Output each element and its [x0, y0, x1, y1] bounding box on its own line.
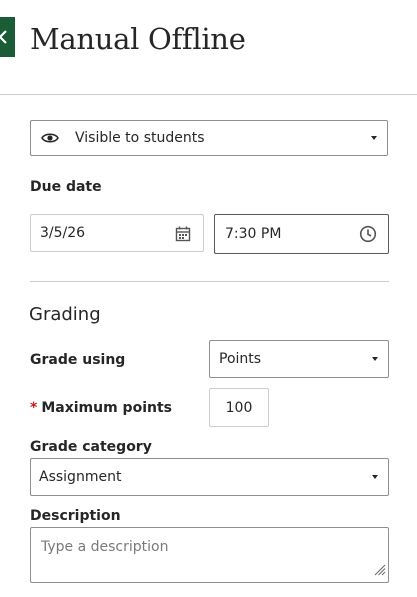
- grade-category-label: Grade category: [30, 439, 152, 455]
- maximum-points-label-text: Maximum points: [41, 400, 172, 416]
- chevron-down-icon: [372, 357, 378, 361]
- due-date-input[interactable]: 3/5/26: [30, 214, 204, 252]
- section-divider: [30, 281, 389, 282]
- back-button[interactable]: [0, 17, 15, 57]
- due-time-input[interactable]: 7:30 PM: [214, 214, 389, 254]
- chevron-down-icon: [372, 475, 378, 479]
- due-date-value: 3/5/26: [40, 225, 86, 241]
- header-divider: [0, 94, 417, 95]
- chevron-left-icon: [0, 30, 7, 44]
- description-textarea[interactable]: Type a description: [30, 527, 389, 583]
- grade-using-dropdown[interactable]: Points: [209, 340, 389, 378]
- description-label: Description: [30, 508, 121, 524]
- calendar-icon[interactable]: [175, 226, 191, 246]
- grade-using-value: Points: [219, 351, 262, 367]
- resize-grip-icon[interactable]: [374, 564, 386, 580]
- required-marker: *: [30, 400, 38, 416]
- visibility-dropdown[interactable]: Visible to students: [30, 120, 388, 156]
- due-time-value: 7:30 PM: [225, 226, 282, 242]
- maximum-points-label: * Maximum points: [30, 400, 172, 416]
- grade-category-value: Assignment: [39, 469, 122, 485]
- maximum-points-input[interactable]: 100: [209, 388, 269, 427]
- grade-category-dropdown[interactable]: Assignment: [30, 458, 389, 496]
- description-placeholder: Type a description: [41, 539, 169, 555]
- grading-heading: Grading: [29, 304, 101, 325]
- visibility-value: Visible to students: [75, 130, 205, 146]
- clock-icon[interactable]: [359, 225, 377, 247]
- eye-icon: [41, 132, 61, 144]
- page-title: Manual Offline: [30, 22, 246, 56]
- grade-using-label: Grade using: [30, 352, 126, 368]
- due-date-label: Due date: [30, 179, 102, 195]
- chevron-down-icon: [371, 136, 377, 140]
